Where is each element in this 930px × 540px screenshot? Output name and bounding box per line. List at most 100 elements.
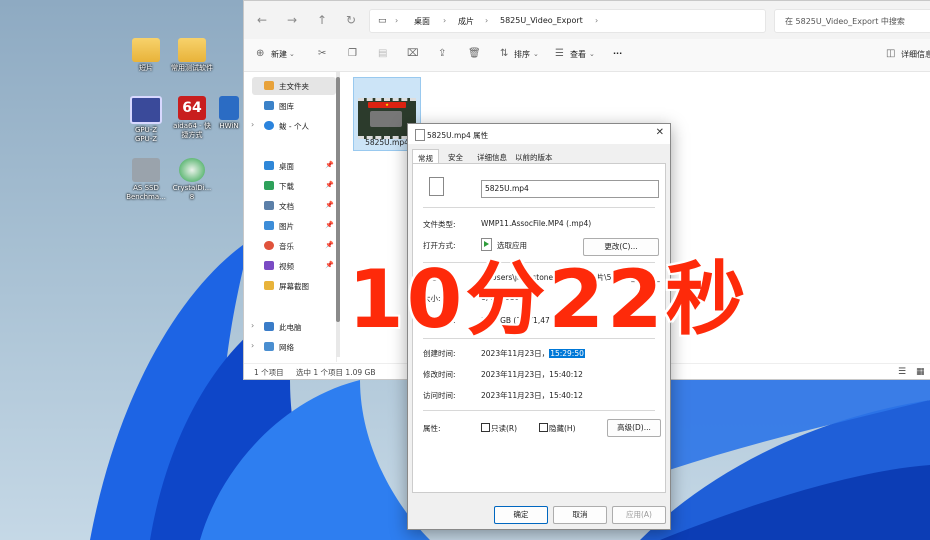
app-icon bbox=[481, 238, 492, 251]
breadcrumb-desktop[interactable]: 桌面 bbox=[414, 16, 430, 27]
navigation-pane: 主文件夹 图库 › 鲅 - 个人 桌面 📌 下载 📌 文档 📌 图片 📌 音乐 … bbox=[244, 72, 337, 362]
modified-value: 2023年11月23日，15:40:12 bbox=[481, 370, 583, 379]
sidebar-item-home[interactable]: 主文件夹 bbox=[252, 77, 336, 95]
chevron-right-icon: › bbox=[251, 120, 255, 129]
copy-icon[interactable]: ❐ bbox=[348, 48, 357, 59]
nav-scrollbar[interactable] bbox=[336, 72, 340, 357]
delete-icon[interactable]: 🗑 bbox=[468, 48, 481, 59]
hidden-checkbox[interactable] bbox=[539, 423, 548, 432]
network-icon bbox=[264, 342, 274, 351]
desktop-icon-hwinfo[interactable]: HWiN bbox=[214, 96, 244, 131]
chevron-right-icon: › bbox=[251, 341, 255, 350]
tab-security[interactable]: 安全 bbox=[448, 152, 463, 163]
forward-button[interactable]: → bbox=[284, 13, 300, 27]
refresh-button[interactable]: ↻ bbox=[343, 13, 359, 27]
up-button[interactable]: ↑ bbox=[314, 13, 330, 27]
chevron-right-icon: › bbox=[251, 321, 255, 330]
search-box[interactable]: 在 5825U_Video_Export 中搜索 bbox=[774, 9, 930, 33]
pin-icon: 📌 bbox=[325, 221, 334, 229]
breadcrumb-chengpian[interactable]: 成片 bbox=[458, 16, 474, 27]
view-button[interactable]: 查看 bbox=[570, 49, 586, 60]
details-pane-icon: ◫ bbox=[886, 48, 896, 59]
new-button[interactable]: 新建 bbox=[271, 49, 287, 60]
desktop-icon-crystaldisk[interactable]: CrystalDi... 8 bbox=[170, 158, 214, 202]
sidebar-item-gallery[interactable]: 图库 bbox=[252, 97, 336, 115]
dialog-title: 5825U.mp4 属性 bbox=[427, 131, 489, 140]
chevron-down-icon: ⌄ bbox=[289, 50, 295, 58]
breadcrumb-folder[interactable]: 5825U_Video_Export bbox=[500, 16, 583, 25]
scrollbar-thumb[interactable] bbox=[336, 77, 340, 322]
command-bar: ⊕ 新建 ⌄ ✂ ❐ ▤ ⌧ ⇪ 🗑 ⇅ 排序 ⌄ ☰ 查看 ⌄ ··· ◫ 详… bbox=[244, 39, 930, 72]
pin-icon: 📌 bbox=[325, 241, 334, 249]
file-type-value: WMP11.AssocFile.MP4 (.mp4) bbox=[481, 219, 592, 228]
back-button[interactable]: ← bbox=[254, 13, 270, 27]
sidebar-item-music[interactable]: 音乐 📌 bbox=[252, 237, 336, 255]
attributes-label: 属性: bbox=[423, 424, 441, 433]
sort-button[interactable]: 排序 bbox=[514, 49, 530, 60]
apply-button[interactable]: 应用(A) bbox=[612, 506, 666, 524]
new-icon: ⊕ bbox=[256, 48, 265, 59]
filename-field[interactable]: 5825U.mp4 bbox=[481, 180, 659, 198]
breadcrumb[interactable]: ▭ › 桌面 › 成片 › 5825U_Video_Export › bbox=[369, 9, 766, 33]
sidebar-item-desktop[interactable]: 桌面 📌 bbox=[252, 157, 336, 175]
sidebar-item-videos[interactable]: 视频 📌 bbox=[252, 257, 336, 275]
rename-icon[interactable]: ⌧ bbox=[407, 48, 419, 59]
sidebar-item-downloads[interactable]: 下载 📌 bbox=[252, 177, 336, 195]
sidebar-item-pictures[interactable]: 图片 📌 bbox=[252, 217, 336, 235]
chevron-right-icon: › bbox=[443, 16, 447, 25]
tiles-view-icon[interactable]: ▦ bbox=[916, 367, 925, 377]
download-icon bbox=[264, 181, 274, 190]
dialog-tabs: 常规 安全 详细信息 以前的版本 bbox=[408, 148, 670, 167]
hwinfo-icon bbox=[219, 96, 239, 120]
advanced-button[interactable]: 高级(D)... bbox=[607, 419, 661, 437]
created-label: 创建时间: bbox=[423, 349, 456, 358]
desktop-icon bbox=[264, 161, 274, 170]
pin-icon: 📌 bbox=[325, 181, 334, 189]
desktop-icon-gpuz[interactable]: GPU-Z GPU-Z bbox=[124, 96, 168, 144]
readonly-label[interactable]: 只读(R) bbox=[491, 423, 517, 434]
ok-button[interactable]: 确定 bbox=[494, 506, 548, 524]
video-icon bbox=[264, 261, 274, 270]
sidebar-item-documents[interactable]: 文档 📌 bbox=[252, 197, 336, 215]
cancel-button[interactable]: 取消 bbox=[553, 506, 607, 524]
desktop-icon-shortfilm[interactable]: 短片 bbox=[124, 38, 168, 73]
pin-icon: 📌 bbox=[325, 161, 334, 169]
thumbnail-banner: ★ bbox=[368, 102, 406, 108]
status-count: 1 个项目 bbox=[254, 368, 284, 377]
gpuz-icon bbox=[130, 96, 162, 124]
timer-overlay-caption: 10分22秒 bbox=[348, 253, 749, 346]
desktop-icon-aida64[interactable]: 64 aida64 - 快 捷方式 bbox=[170, 96, 214, 140]
details-button[interactable]: 详细信息 bbox=[901, 49, 930, 60]
status-selected: 选中 1 个项目 1.09 GB bbox=[296, 368, 376, 377]
tab-previous-versions[interactable]: 以前的版本 bbox=[515, 152, 553, 163]
sidebar-item-screenshots[interactable]: 屏幕截图 bbox=[252, 277, 336, 295]
created-time-selected[interactable]: 15:29:50 bbox=[549, 349, 585, 358]
search-placeholder: 在 5825U_Video_Export 中搜索 bbox=[785, 17, 905, 26]
readonly-checkbox[interactable] bbox=[481, 423, 490, 432]
desktop-icon-test-software[interactable]: 常用测试软件 bbox=[170, 38, 214, 73]
view-icon: ☰ bbox=[555, 48, 564, 59]
folder-icon bbox=[178, 38, 206, 62]
chevron-right-icon: › bbox=[395, 16, 399, 25]
close-icon[interactable]: ✕ bbox=[656, 127, 664, 138]
more-button[interactable]: ··· bbox=[613, 49, 622, 58]
details-view-icon[interactable]: ☰ bbox=[898, 367, 906, 377]
paste-icon[interactable]: ▤ bbox=[378, 48, 387, 59]
sidebar-item-onedrive[interactable]: › 鲅 - 个人 bbox=[251, 117, 336, 135]
chevron-right-icon: › bbox=[485, 16, 489, 25]
sidebar-item-network[interactable]: › 网络 bbox=[251, 338, 336, 356]
open-with-label: 打开方式: bbox=[423, 241, 456, 250]
hidden-label[interactable]: 隐藏(H) bbox=[549, 423, 576, 434]
divider bbox=[423, 410, 655, 411]
file-icon bbox=[429, 177, 444, 196]
sidebar-item-this-pc[interactable]: › 此电脑 bbox=[251, 318, 336, 336]
open-with-value: 选取应用 bbox=[497, 241, 527, 250]
cut-icon[interactable]: ✂ bbox=[318, 48, 326, 59]
desktop-icon-as-ssd[interactable]: AS SSD Benchma... bbox=[124, 158, 168, 202]
aida64-icon: 64 bbox=[178, 96, 206, 120]
home-icon bbox=[264, 81, 274, 90]
share-icon[interactable]: ⇪ bbox=[438, 48, 446, 59]
folder-icon bbox=[132, 38, 160, 62]
sort-icon: ⇅ bbox=[500, 48, 509, 59]
tab-details[interactable]: 详细信息 bbox=[477, 152, 507, 163]
